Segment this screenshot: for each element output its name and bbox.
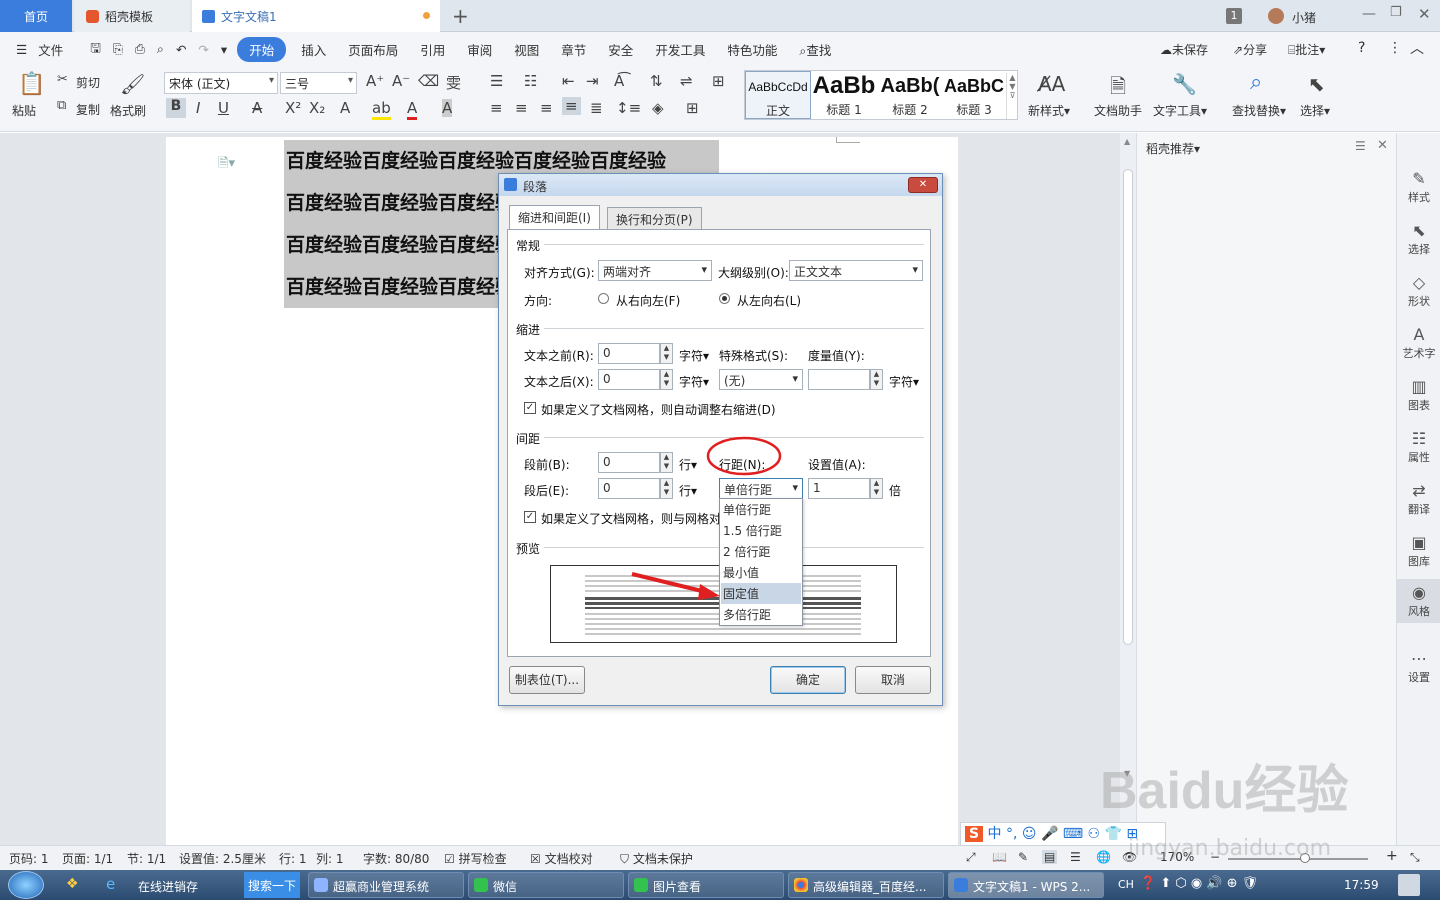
taskbar-item-online-sales[interactable]: 在线进销存 bbox=[138, 878, 198, 895]
baidu-watermark-url: jingyan.baidu.com bbox=[1128, 836, 1332, 861]
sogou-s-icon: S bbox=[965, 826, 984, 842]
status-col[interactable]: 列: 1 bbox=[316, 850, 344, 867]
baidu-watermark: Baidu经验 bbox=[1100, 762, 1349, 820]
spell-check-label: 拼写检查 bbox=[458, 852, 507, 866]
start-button-icon[interactable] bbox=[8, 871, 44, 899]
status-setting[interactable]: 设置值: 2.5厘米 bbox=[179, 850, 266, 867]
protect-button[interactable]: ⛉ 文档未保护 bbox=[620, 850, 693, 867]
outline-view-icon[interactable]: ☰ bbox=[1070, 850, 1081, 864]
chrome-icon bbox=[794, 878, 808, 892]
taskbar-editor-label: 高级编辑器_百度经... bbox=[813, 880, 927, 894]
status-page-code[interactable]: 页码: 1 bbox=[9, 850, 49, 867]
annotation-arrow-head bbox=[698, 584, 720, 600]
web-view-icon[interactable]: 🌐 bbox=[1096, 850, 1111, 864]
taskbar-item-wps[interactable]: 文字文稿1 - WPS 2... bbox=[948, 872, 1104, 898]
spell-check-icon: ☑ bbox=[444, 852, 455, 866]
annotation-arrow-line bbox=[631, 572, 707, 594]
zoom-in-icon[interactable]: + bbox=[1386, 848, 1398, 864]
fullscreen-icon[interactable]: ⤢ bbox=[966, 850, 976, 865]
lang-indicator[interactable]: CH bbox=[1118, 878, 1134, 891]
status-pages[interactable]: 页面: 1/1 bbox=[62, 850, 113, 867]
taskbar-item-image-viewer[interactable]: 图片查看 bbox=[628, 872, 784, 898]
taskbar-image-label: 图片查看 bbox=[653, 880, 702, 894]
show-desktop-icon[interactable] bbox=[1398, 874, 1420, 896]
status-section[interactable]: 节: 1/1 bbox=[127, 850, 166, 867]
shield-icon: ⛉ bbox=[620, 852, 630, 866]
ie-icon[interactable]: e bbox=[106, 875, 115, 893]
proofread-label: 文档校对 bbox=[544, 852, 593, 866]
taskbar-business-label: 超赢商业管理系统 bbox=[333, 880, 430, 894]
taskbar-item-wechat[interactable]: 微信 bbox=[468, 872, 624, 898]
chinese-mode-icon: 中 °, ☺ 🎤 ⌨ ⚇ 👕 ⊞ bbox=[987, 826, 1139, 842]
write-mode-icon[interactable]: ✎ bbox=[1018, 850, 1028, 864]
windows-taskbar: ❖ e 在线进销存 搜索一下 超赢商业管理系统 微信 图片查看 高级编辑器_百度… bbox=[0, 870, 1440, 900]
status-row[interactable]: 行: 1 bbox=[279, 850, 307, 867]
clock[interactable]: 17:59 bbox=[1344, 878, 1379, 892]
taskbar-wps-label: 文字文稿1 - WPS 2... bbox=[973, 880, 1091, 894]
spell-check-button[interactable]: ☑ 拼写检查 bbox=[444, 850, 507, 867]
annotation-circle bbox=[706, 436, 782, 476]
proofread-icon: ☒ bbox=[530, 852, 541, 866]
status-words[interactable]: 字数: 80/80 bbox=[363, 850, 429, 867]
read-mode-icon[interactable]: 📖 bbox=[992, 850, 1007, 864]
taskbar-search-button[interactable]: 搜索一下 bbox=[244, 872, 300, 898]
quicklaunch-icon[interactable]: ❖ bbox=[66, 876, 79, 892]
taskbar-item-editor[interactable]: 高级编辑器_百度经... bbox=[788, 872, 944, 898]
proofread-button[interactable]: ☒ 文档校对 bbox=[530, 850, 593, 867]
business-app-icon bbox=[314, 878, 328, 892]
wps-taskbar-icon bbox=[954, 878, 968, 892]
fit-page-icon[interactable]: ⤡ bbox=[1410, 850, 1420, 865]
image-viewer-icon bbox=[634, 878, 648, 892]
protect-label: 文档未保护 bbox=[632, 852, 693, 866]
wechat-icon bbox=[474, 878, 488, 892]
taskbar-item-business[interactable]: 超赢商业管理系统 bbox=[308, 872, 464, 898]
tray-icons[interactable]: ❓ ⬆ ⬡ ◉ 🔊 ⊕ 🛡 bbox=[1140, 876, 1258, 891]
page-view-icon[interactable]: ▤ bbox=[1042, 850, 1058, 864]
taskbar-wechat-label: 微信 bbox=[493, 880, 518, 894]
